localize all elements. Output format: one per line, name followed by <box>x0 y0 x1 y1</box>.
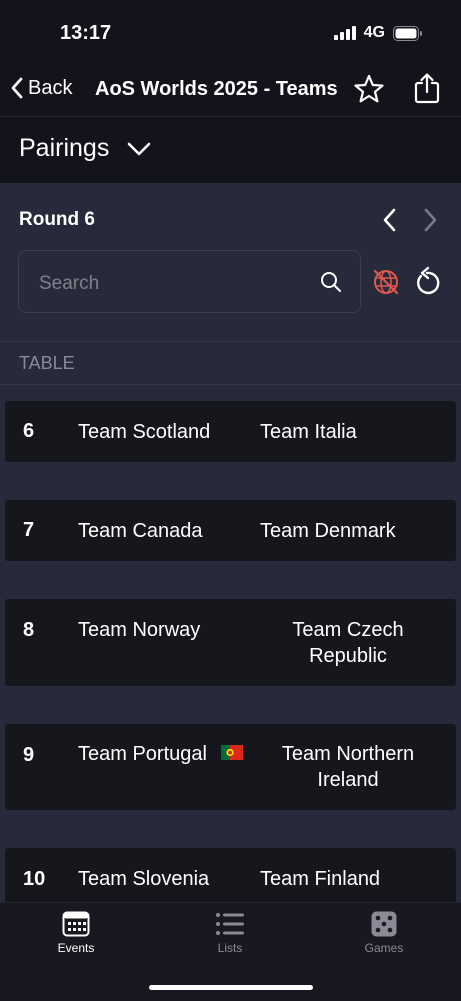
tab-lists[interactable]: Lists <box>185 911 275 955</box>
table-header-label: TABLE <box>19 353 75 373</box>
pairing-row[interactable]: 8 Team Norway Team Czech Republic <box>5 599 456 686</box>
refresh-icon[interactable] <box>412 266 442 298</box>
tab-events-label: Events <box>57 941 95 955</box>
star-icon[interactable] <box>353 74 385 104</box>
team-two-name-line2: Republic <box>309 645 387 667</box>
page-title: AoS Worlds 2025 - Teams <box>95 78 338 100</box>
search-icon[interactable] <box>320 271 342 293</box>
tab-games[interactable]: Games <box>339 911 429 955</box>
top-header: 13:17 4G Back AoS Worlds 2025 - Teams Pa… <box>0 0 461 183</box>
view-selector-dropdown[interactable]: Pairings <box>19 134 151 163</box>
team-one-name: Team Canada <box>78 520 203 542</box>
team-one-name: Team Scotland <box>78 421 211 443</box>
battery-icon <box>393 25 422 41</box>
portugal-flag-icon <box>220 745 243 761</box>
team-two-name: Team Denmark <box>260 520 396 542</box>
globe-off-icon[interactable] <box>372 268 400 296</box>
share-icon[interactable] <box>413 72 441 104</box>
view-selector-label: Pairings <box>19 134 110 162</box>
chevron-down-icon <box>128 142 151 155</box>
round-label: Round 6 <box>19 209 95 230</box>
team-one-cell: Team Portugal <box>78 741 243 767</box>
back-button[interactable]: Back <box>10 76 72 100</box>
team-one-name: Team Slovenia <box>78 868 210 890</box>
team-two-name: Team Italia <box>260 421 357 443</box>
tab-lists-label: Lists <box>217 941 243 955</box>
search-input[interactable] <box>37 269 311 299</box>
team-one-name: Team Portugal <box>78 743 207 765</box>
network-type: 4G <box>363 24 385 41</box>
status-indicators: 4G <box>333 24 423 42</box>
back-label: Back <box>28 76 73 99</box>
team-two-name: Team Northern Ireland <box>260 741 436 793</box>
next-round-button[interactable] <box>420 207 440 233</box>
list-icon <box>216 913 244 935</box>
table-number: 8 <box>23 619 35 641</box>
search-box <box>18 250 361 313</box>
tab-events[interactable]: Events <box>31 911 121 955</box>
home-indicator <box>149 985 313 990</box>
calendar-icon <box>62 911 90 937</box>
tab-games-label: Games <box>364 941 404 955</box>
team-two-name-line1: Team Czech <box>292 619 404 641</box>
table-number: 9 <box>23 744 35 766</box>
pairing-row[interactable]: 9 Team Portugal Team Northern Ireland <box>5 724 456 810</box>
chevron-left-icon <box>11 77 23 99</box>
team-two-name: Team Czech Republic <box>260 617 436 669</box>
team-two-name-line2: Ireland <box>317 769 379 791</box>
status-time: 13:17 <box>60 22 112 44</box>
pairing-row[interactable]: 6 Team Scotland Team Italia <box>5 401 456 462</box>
table-number: 7 <box>23 519 35 541</box>
table-number: 6 <box>23 420 35 442</box>
team-two-name-line1: Team Northern <box>281 743 415 765</box>
pairing-row[interactable]: 7 Team Canada Team Denmark <box>5 500 456 561</box>
navigation-bar: Back AoS Worlds 2025 - Teams <box>0 60 461 117</box>
table-column-header: TABLE <box>0 341 461 385</box>
signal-icon <box>333 26 356 40</box>
team-two-name: Team Finland <box>260 868 381 890</box>
previous-round-button[interactable] <box>380 207 400 233</box>
team-one-name: Team Norway <box>78 619 201 641</box>
dice-icon <box>371 911 397 937</box>
table-number: 10 <box>23 868 46 890</box>
